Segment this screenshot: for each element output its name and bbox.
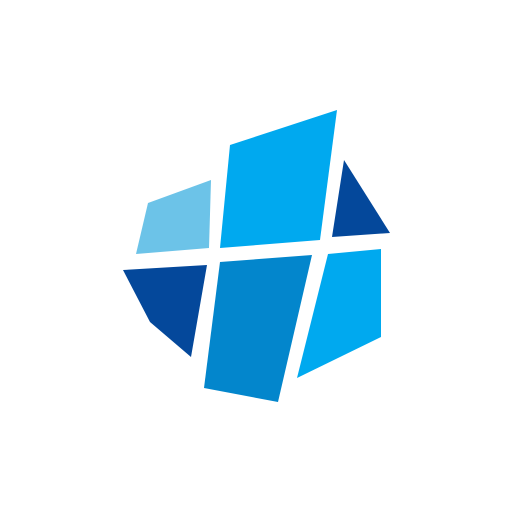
logo-facet-top-left (136, 180, 211, 254)
logo-facet-bottom-right (297, 249, 381, 378)
page (0, 0, 512, 512)
logo-facet-bottom-center (204, 255, 312, 402)
logo-facet-top-center (220, 110, 337, 248)
faceted-hexagon-logo-icon (123, 110, 390, 402)
logo-facet-top-right (332, 160, 390, 237)
logo-facet-bottom-left (123, 265, 207, 357)
